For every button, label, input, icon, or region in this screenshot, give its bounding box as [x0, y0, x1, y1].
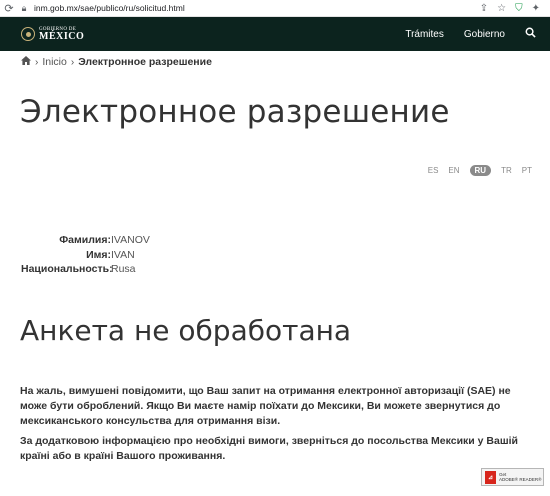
share-icon[interactable]: ⇪	[480, 3, 488, 14]
browser-address-bar: ⟳ 🔒︎ inm.gob.mx/sae/publico/ru/solicitud…	[0, 0, 550, 17]
applicant-info: Фамилия: IVANOV Имя: IVAN Национальность…	[21, 233, 150, 277]
surname-label: Фамилия:	[59, 234, 111, 246]
status-heading: Анкета не обработана	[20, 314, 352, 347]
nationality-value: Rusa	[111, 263, 136, 275]
shield-extension-icon[interactable]: ⛉	[515, 3, 523, 14]
extensions-puzzle-icon[interactable]: ✦	[532, 3, 540, 14]
additional-info-message: За додатковою інформацією про необхідні …	[20, 435, 518, 462]
lang-en[interactable]: EN	[448, 166, 459, 175]
pdf-icon: ⊿	[485, 470, 496, 484]
header-nav: Trámites Gobierno	[405, 27, 536, 41]
surname-row: Фамилия: IVANOV	[21, 233, 150, 248]
adobe-badge-line2: ADOBE® READER®	[499, 477, 542, 482]
language-switcher: ES EN RU TR PT	[428, 165, 532, 176]
breadcrumb-inicio-link[interactable]: Inicio	[42, 56, 67, 68]
lock-icon[interactable]: 🔒︎	[18, 3, 30, 14]
reload-icon[interactable]: ⟳	[0, 2, 18, 15]
nationality-row: Национальность: Rusa	[21, 262, 150, 277]
name-label: Имя:	[86, 248, 111, 261]
home-icon[interactable]	[21, 56, 31, 68]
logo-main-text: MÉXICO	[39, 30, 85, 42]
bookmark-star-icon[interactable]: ☆	[497, 3, 506, 14]
chevron-right-icon: ›	[35, 56, 39, 68]
surname-value: IVANOV	[111, 234, 150, 246]
lang-es[interactable]: ES	[428, 166, 439, 175]
page-title: Электронное разрешение	[20, 94, 450, 130]
chevron-right-icon: ›	[70, 56, 75, 68]
name-row: Имя: IVAN	[21, 248, 150, 263]
adobe-reader-badge[interactable]: ⊿ Get ADOBE® READER®	[481, 468, 544, 486]
site-header: GOBIERNO DE MÉXICO Trámites Gobierno	[0, 17, 550, 51]
nationality-label: Национальность:	[21, 263, 113, 275]
gobierno-logo[interactable]: GOBIERNO DE MÉXICO	[21, 27, 84, 42]
lang-pt[interactable]: PT	[522, 166, 532, 175]
nav-tramites[interactable]: Trámites	[405, 29, 444, 40]
url-field[interactable]: inm.gob.mx/sae/publico/ru/solicitud.html	[34, 3, 480, 13]
lang-tr[interactable]: TR	[501, 166, 512, 175]
rejection-message: На жаль, вимушені повідомити, що Ваш зап…	[20, 385, 511, 427]
search-icon[interactable]	[525, 27, 536, 41]
lang-ru[interactable]: RU	[469, 165, 492, 176]
nav-gobierno[interactable]: Gobierno	[464, 29, 505, 40]
seal-icon	[21, 27, 35, 41]
name-value: IVAN	[111, 248, 135, 261]
breadcrumb: › Inicio › Электронное разрешение	[21, 56, 212, 68]
browser-toolbar: ⇪ ☆ ⛉ ✦	[480, 3, 540, 14]
breadcrumb-current: Электронное разрешение	[78, 56, 212, 68]
